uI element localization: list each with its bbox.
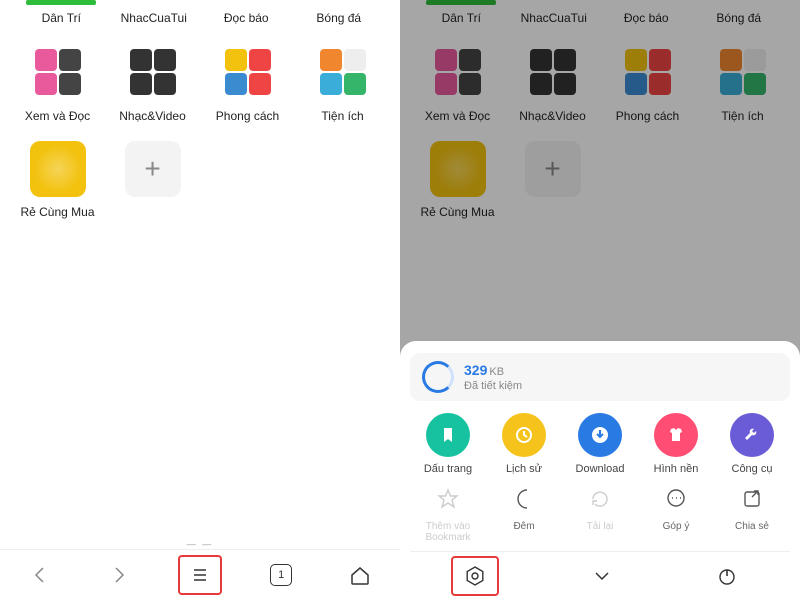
- menu-item-reload: Tải lại: [565, 481, 635, 543]
- menu-sheet: 329KB Đã tiết kiệm Dấu trang Lịch sử Downl…: [400, 341, 800, 600]
- top-tab[interactable]: NhacCuaTui: [108, 0, 201, 25]
- screen-right: Dân TríNhacCuaTuiĐọc báoBóng đá Xem và Đ…: [400, 0, 800, 600]
- plus-icon: +: [125, 141, 181, 197]
- menu-item-share[interactable]: Chia sẻ: [717, 481, 787, 543]
- menu-button[interactable]: [178, 555, 222, 595]
- top-tab[interactable]: Đọc báo: [200, 0, 293, 25]
- tab-label: Đọc báo: [200, 11, 293, 25]
- folder-label: Nhạc&Video: [105, 109, 200, 123]
- menu-label: Tải lại: [565, 521, 635, 532]
- menu-item-bookmark[interactable]: Dấu trang: [413, 413, 483, 475]
- tab-count: 1: [270, 564, 292, 586]
- collapse-button[interactable]: [580, 558, 624, 594]
- forward-button[interactable]: [99, 557, 139, 593]
- star-icon: [430, 481, 466, 517]
- drag-handle-icon: — —: [187, 539, 214, 549]
- data-saved-card[interactable]: 329KB Đã tiết kiệm: [410, 353, 790, 401]
- app-grid: Xem và ĐọcNhạc&VideoPhong cáchTiện ích Rẻ…: [0, 30, 400, 252]
- clock-icon: [502, 413, 546, 457]
- menu-row-secondary: Thêm vào Bookmark Đêm Tải lại Góp ý Chia sẻ: [410, 481, 790, 543]
- app-shortcut[interactable]: Rẻ Cùng Mua: [10, 141, 105, 219]
- top-tab[interactable]: Bóng đá: [293, 0, 386, 25]
- menu-item-moon[interactable]: Đêm: [489, 481, 559, 543]
- folder-label: Phong cách: [200, 109, 295, 123]
- menu-label: Công cụ: [717, 463, 787, 475]
- tab-indicator: [119, 0, 189, 5]
- menu-row-primary: Dấu trang Lịch sử Download Hình nền Công cụ: [410, 413, 790, 475]
- power-button[interactable]: [705, 558, 749, 594]
- app-label: Rẻ Cùng Mua: [10, 205, 105, 219]
- wrench-icon: [730, 413, 774, 457]
- menu-label: Đêm: [489, 521, 559, 532]
- settings-button[interactable]: [451, 556, 499, 596]
- app-folder[interactable]: Nhạc&Video: [105, 45, 200, 123]
- down-icon: [578, 413, 622, 457]
- home-button[interactable]: [340, 557, 380, 593]
- tab-indicator: [26, 0, 96, 5]
- screen-left: Dân TríNhacCuaTuiĐọc báoBóng đá Xem và Đ…: [0, 0, 400, 600]
- bookmark-icon: [426, 413, 470, 457]
- saved-value: 329: [464, 362, 487, 378]
- saved-unit: KB: [489, 366, 504, 378]
- folder-icon: [30, 45, 86, 101]
- menu-label: Chia sẻ: [717, 521, 787, 532]
- moon-icon: [506, 481, 542, 517]
- top-tabs: Dân TríNhacCuaTuiĐọc báoBóng đá: [0, 0, 400, 30]
- folder-icon: [315, 45, 371, 101]
- app-folder[interactable]: Xem và Đọc: [10, 45, 105, 123]
- reload-icon: [582, 481, 618, 517]
- add-shortcut-button[interactable]: +: [105, 141, 200, 219]
- menu-label: Góp ý: [641, 521, 711, 532]
- menu-item-clock[interactable]: Lịch sử: [489, 413, 559, 475]
- back-button[interactable]: [20, 557, 60, 593]
- tab-label: NhacCuaTui: [108, 11, 201, 25]
- top-tab[interactable]: Dân Trí: [15, 0, 108, 25]
- tab-label: Bóng đá: [293, 11, 386, 25]
- folder-icon: [125, 45, 181, 101]
- menu-label: Dấu trang: [413, 463, 483, 475]
- menu-label: Thêm vào Bookmark: [413, 521, 483, 543]
- app-icon: [30, 141, 86, 197]
- menu-item-down[interactable]: Download: [565, 413, 635, 475]
- app-folder[interactable]: Tiện ích: [295, 45, 390, 123]
- menu-label: Lịch sử: [489, 463, 559, 475]
- menu-item-star: Thêm vào Bookmark: [413, 481, 483, 543]
- tab-indicator: [304, 0, 374, 5]
- menu-item-wrench[interactable]: Công cụ: [717, 413, 787, 475]
- menu-item-shirt[interactable]: Hình nền: [641, 413, 711, 475]
- progress-ring-icon: [422, 361, 454, 393]
- folder-label: Xem và Đọc: [10, 109, 105, 123]
- menu-item-comment[interactable]: Góp ý: [641, 481, 711, 543]
- menu-label: Download: [565, 463, 635, 475]
- tabs-button[interactable]: 1: [261, 557, 301, 593]
- folder-icon: [220, 45, 276, 101]
- folder-label: Tiện ích: [295, 109, 390, 123]
- bottom-toolbar: 1: [0, 549, 400, 600]
- comment-icon: [658, 481, 694, 517]
- saved-label: Đã tiết kiệm: [464, 380, 522, 392]
- shirt-icon: [654, 413, 698, 457]
- tab-indicator: [211, 0, 281, 5]
- share-icon: [734, 481, 770, 517]
- tab-label: Dân Trí: [15, 11, 108, 25]
- app-folder[interactable]: Phong cách: [200, 45, 295, 123]
- menu-label: Hình nền: [641, 463, 711, 475]
- sheet-toolbar: [410, 551, 790, 600]
